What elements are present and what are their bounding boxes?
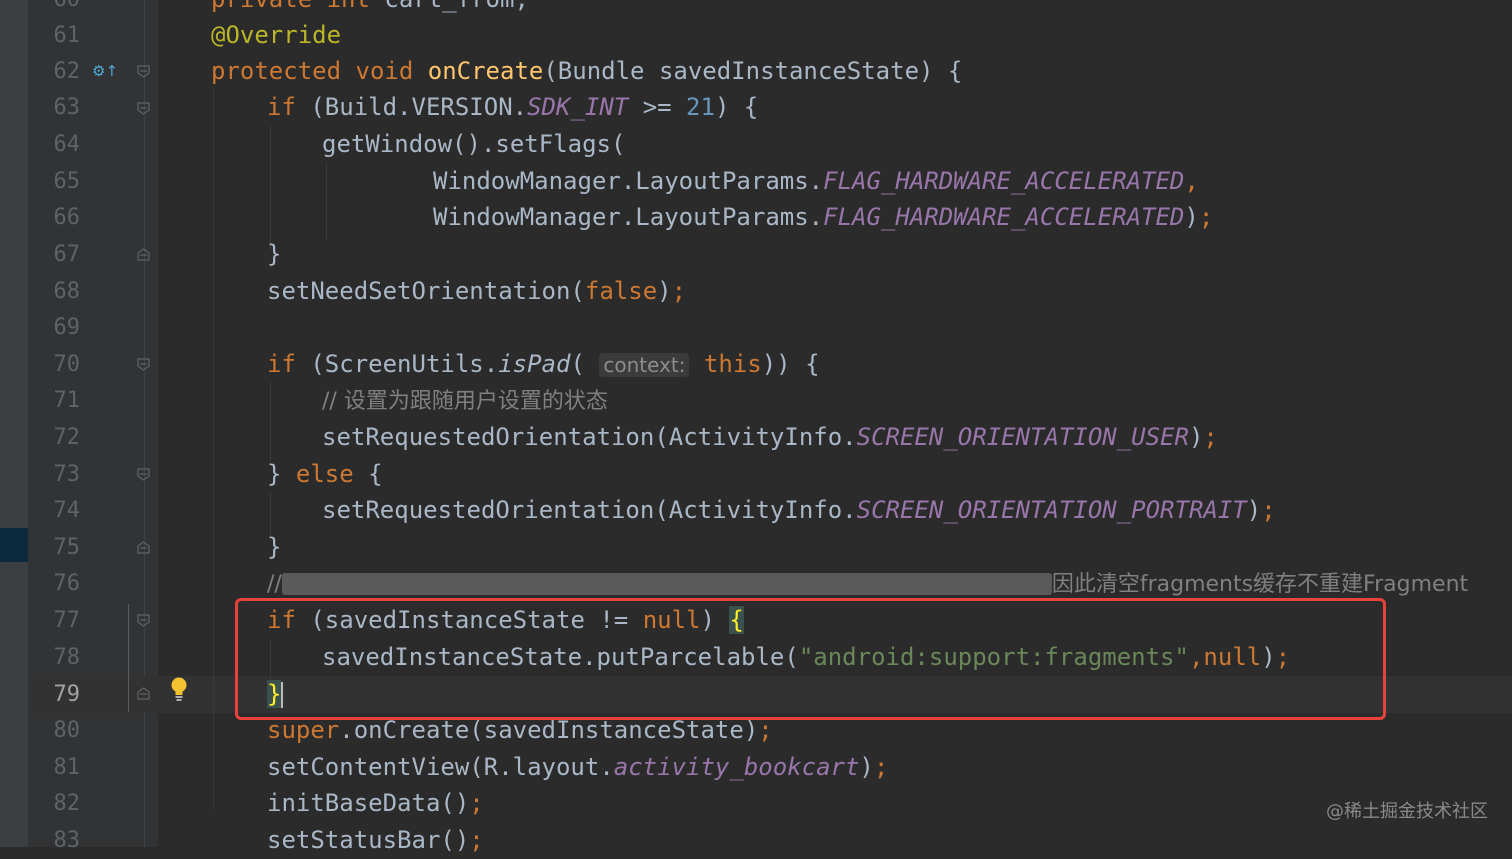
line-number: 75 — [53, 535, 81, 560]
code-line[interactable]: initBaseData(); — [267, 785, 484, 822]
line-number: 66 — [53, 205, 81, 230]
code-line[interactable]: setNeedSetOrientation(false); — [267, 273, 686, 310]
line-number: 76 — [53, 571, 81, 596]
code-line[interactable]: setRequestedOrientation(ActivityInfo.SCR… — [322, 492, 1276, 529]
override-annotation: @Override — [211, 21, 342, 49]
parameter-hint: context: — [599, 353, 690, 377]
code-line[interactable]: private int cart_from; — [211, 0, 529, 18]
annotation-highlight-box — [235, 598, 1386, 720]
line-number: 64 — [53, 132, 81, 157]
redacted-text — [281, 573, 1052, 595]
watermark: @稀土掘金技术社区 — [1326, 801, 1488, 822]
line-number: 71 — [53, 388, 81, 413]
line-number: 65 — [53, 169, 81, 194]
code-line[interactable]: WindowManager.LayoutParams.FLAG_HARDWARE… — [433, 199, 1213, 236]
line-number: 72 — [53, 425, 81, 450]
code-line[interactable]: @Override — [211, 17, 341, 54]
code-line[interactable]: // 设置为跟随用户设置的状态 — [322, 382, 608, 420]
code-line[interactable]: getWindow().setFlags( — [322, 126, 625, 163]
code-comment: // 设置为跟随用户设置的状态 — [322, 389, 608, 414]
line-number: 82 — [53, 791, 81, 816]
line-number: 70 — [53, 352, 81, 377]
code-line[interactable]: setStatusBar(); — [267, 822, 484, 859]
line-number: 61 — [53, 23, 81, 48]
line-number: 77 — [53, 608, 81, 633]
method-name: onCreate — [427, 57, 544, 85]
line-number: 74 — [53, 498, 81, 523]
line-number: 63 — [53, 95, 81, 120]
line-number: 62 — [53, 59, 81, 84]
code-line[interactable]: setRequestedOrientation(ActivityInfo.SCR… — [322, 419, 1218, 456]
code-line[interactable]: } — [267, 529, 281, 566]
line-number: 73 — [53, 462, 81, 487]
code-line[interactable]: } — [267, 236, 281, 273]
code-line[interactable]: if (ScreenUtils.isPad( context: this)) { — [267, 346, 820, 384]
line-number: 67 — [53, 242, 81, 267]
line-number: 69 — [53, 315, 81, 340]
line-number: 81 — [53, 755, 81, 780]
code-line[interactable]: protected void onCreate(Bundle savedInst… — [211, 53, 962, 90]
code-line[interactable]: } else { — [267, 456, 383, 493]
code-comment: 因此清空fragments缓存不重建Fragment — [1051, 572, 1469, 597]
code-line[interactable]: WindowManager.LayoutParams.FLAG_HARDWARE… — [433, 163, 1199, 200]
line-number: 60 — [28, 0, 81, 18]
line-number: 83 — [53, 828, 81, 853]
code-line[interactable]: if (Build.VERSION.SDK_INT >= 21) { — [267, 89, 758, 126]
line-number: 68 — [53, 279, 81, 304]
line-number: 80 — [53, 718, 81, 743]
line-number: 78 — [53, 645, 81, 670]
code-line[interactable]: setContentView(R.layout.activity_bookcar… — [267, 749, 888, 786]
line-number-current: 79 — [53, 682, 81, 707]
